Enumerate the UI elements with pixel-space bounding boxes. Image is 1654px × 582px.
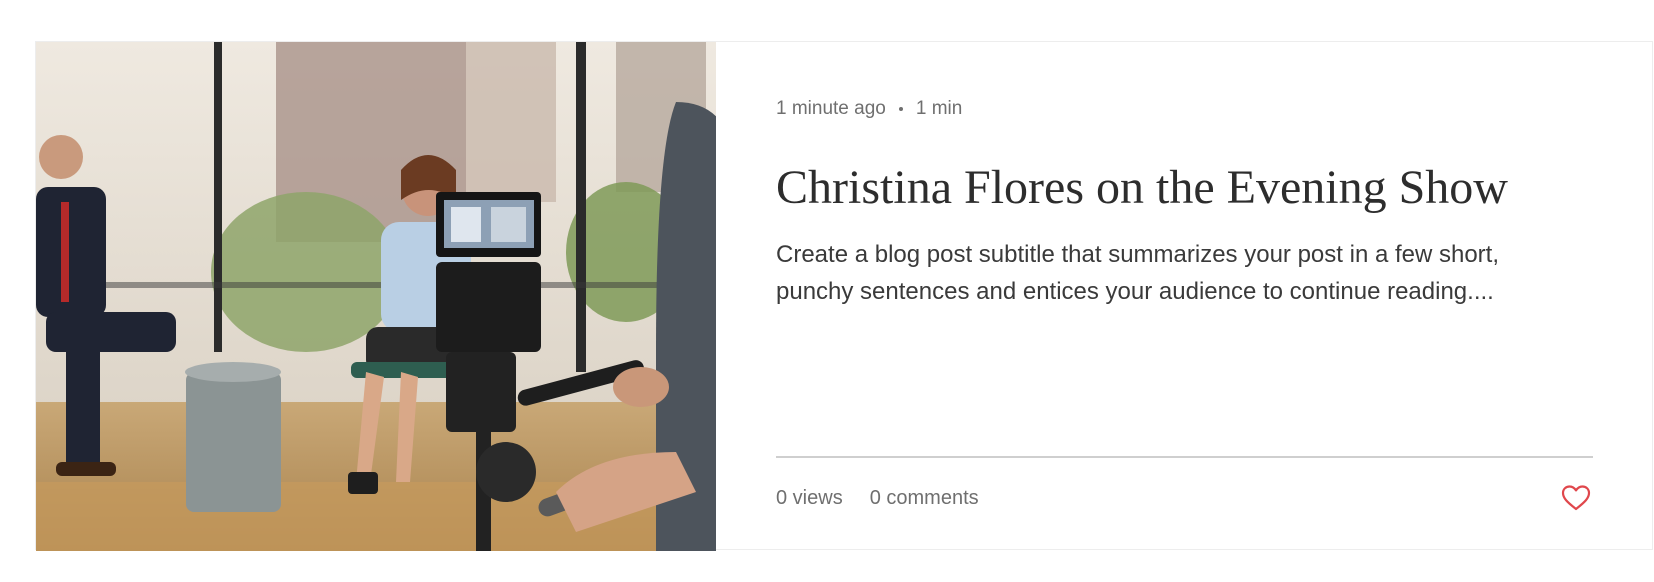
post-meta: 1 minute ago 1 min xyxy=(776,98,962,120)
comments-count[interactable]: 0 comments xyxy=(870,487,979,510)
like-button[interactable] xyxy=(1561,484,1591,512)
post-title[interactable]: Christina Flores on the Evening Show xyxy=(776,160,1508,215)
post-stats: 0 views 0 comments xyxy=(776,487,979,510)
blog-post-card[interactable]: 1 minute ago 1 min Christina Flores on t… xyxy=(35,41,1653,551)
post-excerpt: Create a blog post subtitle that summari… xyxy=(776,241,1500,305)
post-cover-image[interactable] xyxy=(36,42,716,551)
divider xyxy=(776,456,1593,458)
heart-outline-icon xyxy=(1561,485,1591,511)
tv-studio-photo xyxy=(36,42,716,551)
read-time: 1 min xyxy=(915,98,963,119)
post-content: 1 minute ago 1 min Christina Flores on t… xyxy=(716,42,1652,549)
views-count: 0 views xyxy=(776,487,843,509)
published-time: 1 minute ago xyxy=(776,98,886,119)
meta-separator-dot xyxy=(898,107,903,111)
